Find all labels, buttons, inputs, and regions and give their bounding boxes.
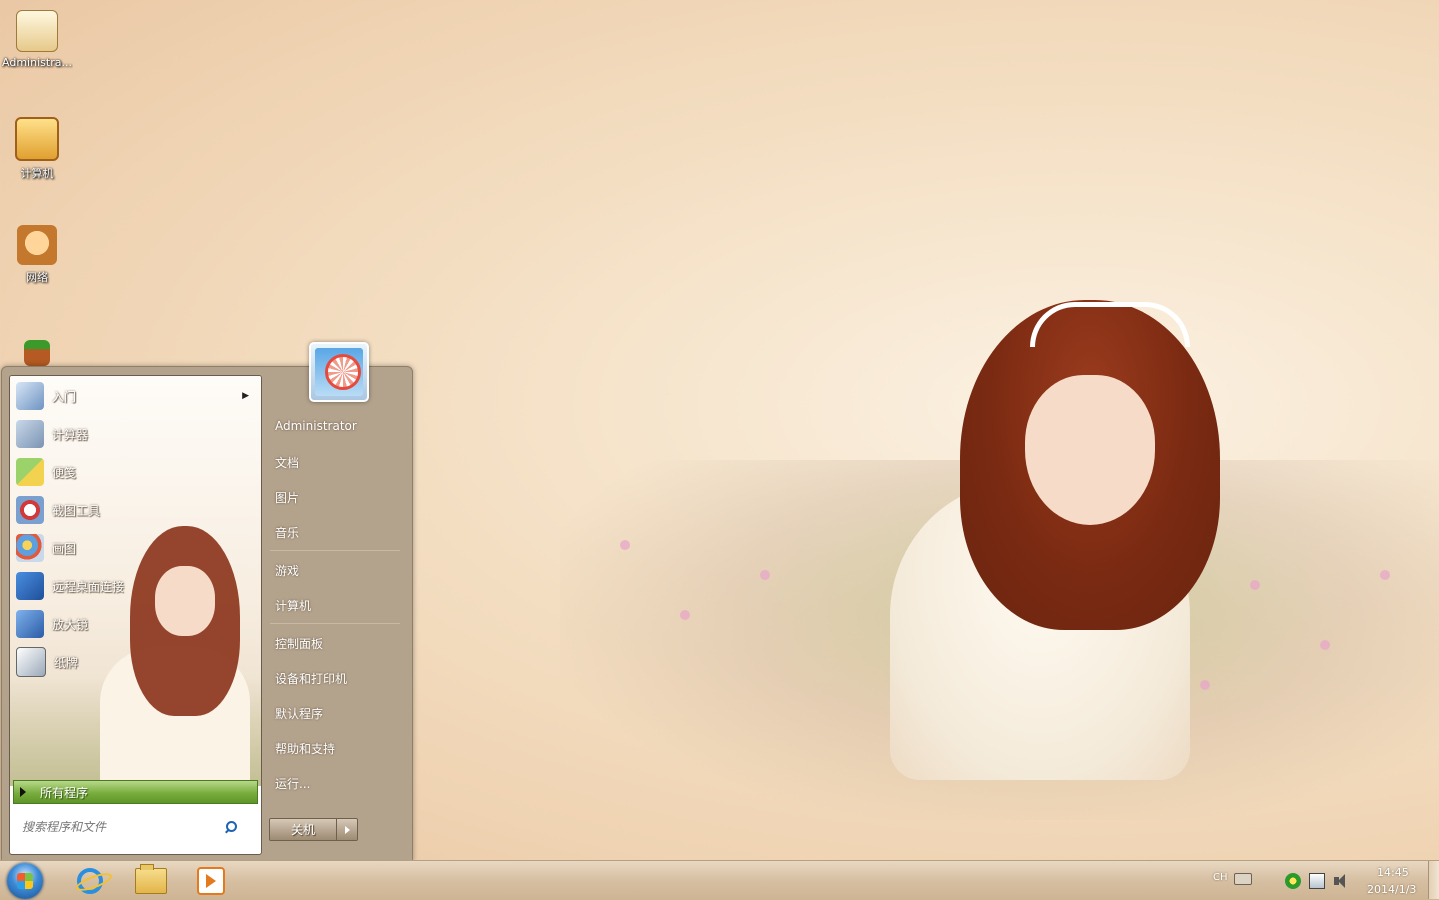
sticky-notes-icon [16,458,44,486]
calculator-icon [16,420,44,448]
user-picture[interactable] [309,342,369,402]
wallpaper-flower [620,540,630,550]
shutdown-button[interactable]: 关机 [270,819,336,840]
wallpaper [560,280,1439,860]
program-label: 入门 [52,389,77,404]
wallpaper-girl-headband [1030,302,1190,347]
taskbar-internet-explorer[interactable] [72,865,108,897]
program-label: 截图工具 [52,503,101,518]
program-sticky-notes[interactable]: 便笺 [12,454,259,490]
wallpaper-flower [680,610,690,620]
shutdown-control: 关机 [269,818,358,841]
taskbar-media-player[interactable] [193,865,229,897]
desktop-icon-computer[interactable]: 计算机 [1,117,73,181]
desktop-icon-label: Administra... [2,56,72,69]
program-label: 便笺 [52,465,77,480]
wallpaper-flower [1320,640,1330,650]
search-icon[interactable] [224,821,237,833]
magnifier-icon [16,610,44,638]
start-search-box[interactable] [20,816,242,838]
program-snipping-tool[interactable]: 截图工具 [12,492,259,528]
network-icon [17,225,57,265]
start-link-default-programs[interactable]: 默认程序 [275,705,323,722]
plant-pot-icon [24,340,50,366]
media-player-icon [197,867,225,895]
start-link-documents[interactable]: 文档 [275,454,299,471]
program-label: 画图 [52,541,77,556]
program-paint[interactable]: 画图 [12,530,259,566]
wallpaper-flower [1200,680,1210,690]
start-button[interactable] [7,863,43,899]
volume-icon[interactable] [1333,873,1349,889]
start-menu-programs-pane: 入门 ▶ 计算器 便笺 截图工具 画图 远程桌面连接 放大镜 纸牌 所有程序 搜… [9,375,262,855]
program-calculator[interactable]: 计算器 [12,416,259,452]
network-status-icon[interactable] [1309,873,1325,889]
expand-arrow-icon [20,787,26,797]
clock-date[interactable]: 2014/1/3 [1367,883,1416,896]
menu-separator [270,623,400,624]
wallpaper-girl-face [1025,375,1155,525]
document-icon [16,10,58,52]
desktop-icon-label: 网络 [26,271,48,284]
taskbar-file-explorer[interactable] [133,864,169,897]
paint-icon [16,534,44,562]
start-link-computer[interactable]: 计算机 [275,597,311,614]
start-search-input[interactable] [20,819,204,835]
keyboard-icon[interactable] [1234,873,1252,885]
start-link-pictures[interactable]: 图片 [275,489,299,506]
desktop-icon-label: 计算机 [20,167,54,180]
program-solitaire[interactable]: 纸牌 [12,644,259,680]
submenu-arrow-icon: ▶ [242,391,249,401]
getting-started-icon [16,382,44,410]
start-menu: 入门 ▶ 计算器 便笺 截图工具 画图 远程桌面连接 放大镜 纸牌 所有程序 搜… [1,342,413,862]
computer-icon [15,117,59,161]
desktop-icon-network[interactable]: 网络 [1,225,73,285]
windows-logo-icon [17,873,33,889]
remote-desktop-icon [16,572,44,600]
start-link-devices-printers[interactable]: 设备和打印机 [275,670,347,687]
start-link-user[interactable]: Administrator [275,419,357,433]
start-link-games[interactable]: 游戏 [275,562,299,579]
snipping-tool-icon [16,496,44,524]
ferris-wheel-icon [325,354,361,390]
program-label: 放大镜 [52,617,89,632]
clock-time[interactable]: 14:45 [1377,866,1409,879]
start-link-music[interactable]: 音乐 [275,524,299,541]
all-programs-button[interactable]: 所有程序 [13,780,258,804]
solitaire-icon [16,647,46,677]
show-desktop-button[interactable] [1428,861,1439,899]
program-label: 纸牌 [54,655,79,670]
desktop-icon-administrator[interactable]: Administra... [1,10,73,69]
shutdown-options-button[interactable] [336,819,357,840]
all-programs-label: 所有程序 [40,785,89,800]
internet-explorer-icon [77,868,103,894]
language-indicator[interactable]: CH [1213,872,1228,883]
chevron-right-icon [344,825,350,834]
desktop-icon-plant[interactable] [1,340,73,366]
security-shield-icon[interactable] [1285,873,1301,889]
program-label: 远程桌面连接 [52,579,125,594]
start-link-run[interactable]: 运行... [275,775,310,792]
program-remote-desktop[interactable]: 远程桌面连接 [12,568,259,604]
wallpaper-flower [760,570,770,580]
menu-separator [270,550,400,551]
file-explorer-icon [135,864,167,894]
start-link-control-panel[interactable]: 控制面板 [275,635,323,652]
start-link-help-support[interactable]: 帮助和支持 [275,740,335,757]
program-label: 计算器 [52,427,89,442]
program-magnifier[interactable]: 放大镜 [12,606,259,642]
wallpaper-flower [1250,580,1260,590]
wallpaper-flower [1380,570,1390,580]
program-getting-started[interactable]: 入门 ▶ [12,378,259,414]
